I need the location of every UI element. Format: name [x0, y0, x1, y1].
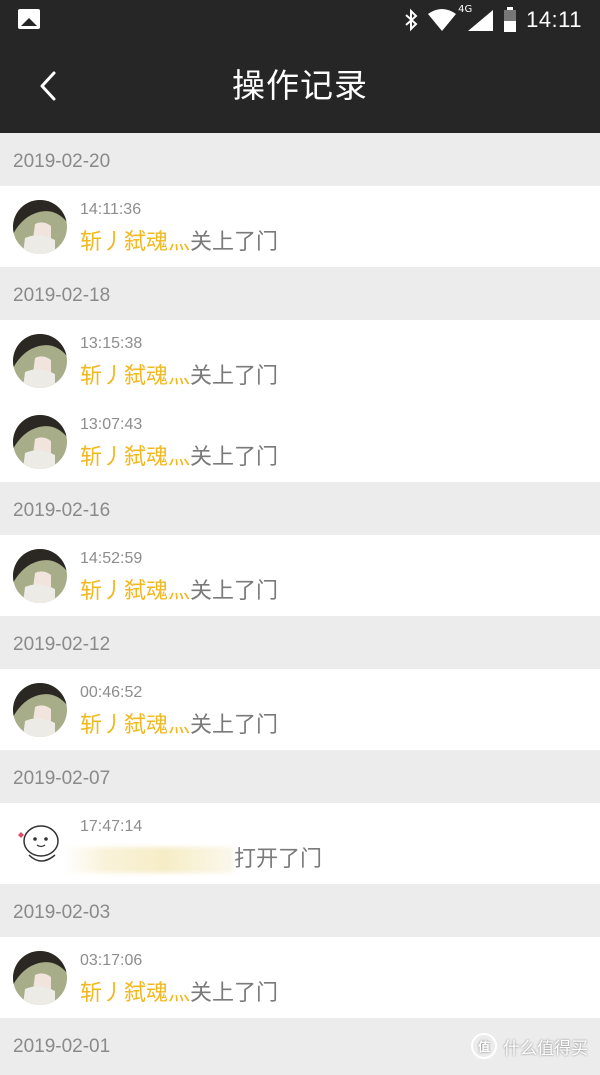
- operation-log-list[interactable]: 2019-02-20 14:11:36 斩丿弑魂灬关上了门 2019-02-18…: [0, 133, 600, 1071]
- list-item[interactable]: 13:07:43 斩丿弑魂灬关上了门: [0, 401, 600, 482]
- record-action: 关上了门: [190, 230, 279, 255]
- record-text: 斩丿弑魂灬关上了门: [80, 975, 278, 1007]
- date-header: 2019-02-18: [0, 267, 600, 320]
- date-header: 2019-02-07: [0, 750, 600, 803]
- record-user: 斩丿弑魂灬: [80, 230, 191, 255]
- date-header: 2019-02-20: [0, 133, 600, 186]
- watermark-text: 什么值得买: [503, 1038, 588, 1059]
- wifi-icon: [428, 9, 457, 31]
- record-action: 打开了门: [234, 847, 323, 872]
- record-time: 13:07:43: [80, 416, 143, 433]
- record-time: 00:46:52: [80, 684, 143, 701]
- status-icons: 4G 14:11: [404, 4, 582, 34]
- record-text: 斩丿弑魂灬关上了门: [80, 439, 278, 471]
- list-item[interactable]: 00:46:52 斩丿弑魂灬关上了门: [0, 669, 600, 750]
- record-text: 斩丿弑魂灬关上了门: [80, 224, 278, 256]
- user-avatar: [13, 334, 67, 388]
- list-item[interactable]: 14:52:59 斩丿弑魂灬关上了门: [0, 535, 600, 616]
- record-action: 关上了门: [190, 981, 279, 1006]
- record-time: 03:17:06: [80, 952, 143, 969]
- record-time: 17:47:14: [80, 818, 143, 835]
- cartoon-avatar: [13, 817, 67, 871]
- date-header: 2019-02-12: [0, 616, 600, 669]
- watermark: 值 什么值得买: [471, 1033, 588, 1059]
- record-text: 斩丿弑魂灬关上了门: [80, 573, 278, 605]
- user-avatar: [13, 683, 67, 737]
- record-user: 斩丿弑魂灬: [80, 579, 191, 604]
- list-item[interactable]: 14:11:36 斩丿弑魂灬关上了门: [0, 186, 600, 267]
- record-user: 斩丿弑魂灬: [80, 713, 191, 738]
- gallery-icon: [18, 9, 40, 29]
- list-item[interactable]: 03:17:06 斩丿弑魂灬关上了门: [0, 937, 600, 1018]
- record-action: 关上了门: [190, 445, 279, 470]
- date-header: 2019-02-16: [0, 482, 600, 535]
- record-time: 13:15:38: [80, 335, 143, 352]
- list-item[interactable]: 17:47:14 打开了门: [0, 803, 600, 884]
- date-header: 2019-02-03: [0, 884, 600, 937]
- record-time: 14:52:59: [80, 550, 143, 567]
- battery-icon: [504, 7, 517, 32]
- status-time: 14:11: [526, 7, 582, 32]
- status-bar: 4G 14:11: [0, 0, 600, 40]
- app-bar: 操作记录: [0, 40, 600, 133]
- record-user: 斩丿弑魂灬: [80, 445, 191, 470]
- record-action: 关上了门: [190, 713, 279, 738]
- record-time: 14:11:36: [80, 201, 142, 218]
- record-user: 斩丿弑魂灬: [80, 981, 191, 1006]
- signal-icon: 4G: [458, 4, 494, 32]
- record-text: 打开了门: [64, 841, 322, 873]
- record-text: 斩丿弑魂灬关上了门: [80, 707, 278, 739]
- bluetooth-icon: [405, 8, 418, 32]
- redacted-user-name: [64, 847, 234, 873]
- watermark-badge: 值: [471, 1033, 497, 1059]
- user-avatar: [13, 200, 67, 254]
- record-action: 关上了门: [190, 364, 279, 389]
- user-avatar: [13, 549, 67, 603]
- user-avatar: [13, 951, 67, 1005]
- user-avatar: [13, 415, 67, 469]
- record-action: 关上了门: [190, 579, 279, 604]
- page-title: 操作记录: [232, 66, 368, 105]
- record-user: 斩丿弑魂灬: [80, 364, 191, 389]
- list-item[interactable]: 13:15:38 斩丿弑魂灬关上了门: [0, 320, 600, 401]
- record-text: 斩丿弑魂灬关上了门: [80, 358, 278, 390]
